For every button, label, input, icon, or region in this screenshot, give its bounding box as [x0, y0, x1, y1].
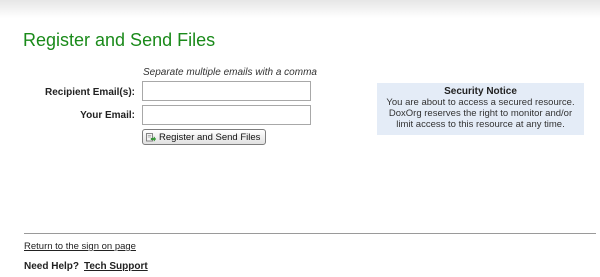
- security-notice-line: You are about to access a secured resour…: [386, 97, 575, 108]
- register-and-send-button[interactable]: Register and Send Files: [142, 129, 267, 145]
- your-email-input[interactable]: [142, 105, 311, 125]
- send-file-icon: [146, 132, 157, 142]
- footer-divider: [24, 233, 596, 234]
- page-title: Register and Send Files: [23, 30, 216, 50]
- recipient-email-label: Recipient Email(s):: [44, 87, 135, 98]
- tech-support-link[interactable]: Tech Support: [84, 261, 148, 272]
- page: Register and Send Files Separate multipl…: [0, 0, 600, 277]
- top-shade: [0, 0, 600, 18]
- your-email-label: Your Email:: [80, 110, 135, 121]
- recipient-email-input[interactable]: [142, 81, 311, 101]
- register-and-send-label: Register and Send Files: [159, 131, 261, 143]
- email-hint: Separate multiple emails with a comma: [143, 67, 317, 78]
- security-notice-line: DoxOrg reserves the right to monitor and…: [388, 108, 573, 119]
- security-notice: Security Notice You are about to access …: [377, 83, 584, 135]
- security-notice-line: limit access to this resource at any tim…: [396, 119, 565, 130]
- security-notice-title: Security Notice: [444, 86, 517, 97]
- need-help-label: Need Help?: [24, 261, 80, 272]
- return-to-sign-on-link[interactable]: Return to the sign on page: [24, 241, 136, 252]
